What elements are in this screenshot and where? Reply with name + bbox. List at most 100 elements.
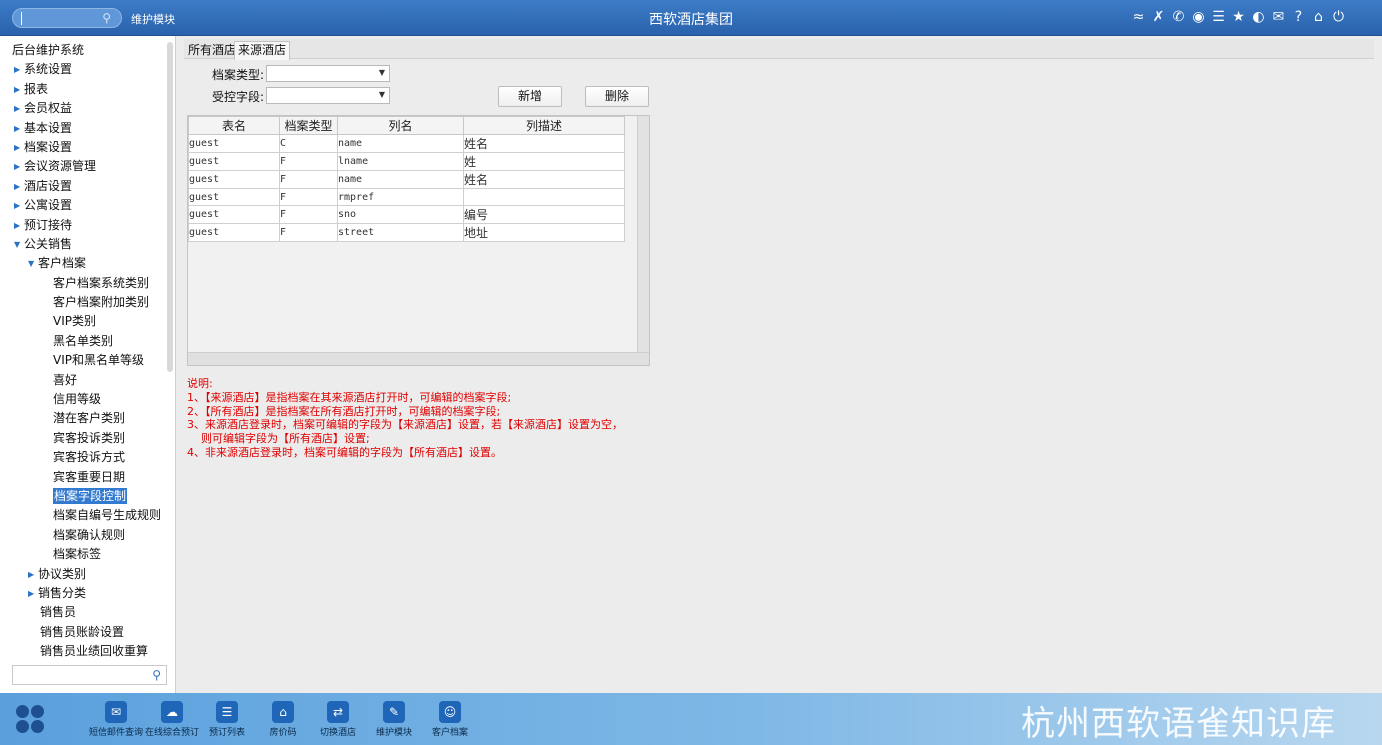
tab-source-hotel[interactable]: 来源酒店 xyxy=(234,41,291,60)
column-header[interactable]: 列名 xyxy=(337,116,464,135)
caret-right-icon[interactable]: ▶ xyxy=(14,138,24,157)
table-cell[interactable]: 姓名 xyxy=(463,170,625,189)
sidebar-item[interactable]: ▼ 客户档案 xyxy=(0,254,168,273)
sidebar-item[interactable]: 档案标签 xyxy=(0,545,168,564)
sidebar-item[interactable]: 黑名单类别 xyxy=(0,332,168,351)
sidebar-item[interactable]: ▼ 公关销售 xyxy=(0,235,168,254)
sidebar-item[interactable]: ▶ 销售分类 xyxy=(0,584,168,603)
caret-right-icon[interactable]: ▶ xyxy=(14,216,24,235)
caret-right-icon[interactable]: ▶ xyxy=(14,80,24,99)
sidebar-item[interactable]: 宾客投诉方式 xyxy=(0,448,168,467)
sidebar-item[interactable]: 宾客投诉类别 xyxy=(0,429,168,448)
sidebar-item[interactable]: ▶ 报表 xyxy=(0,80,168,99)
table-cell[interactable]: guest xyxy=(188,152,280,171)
table-row[interactable]: guest Fsno 编号 xyxy=(188,205,625,225)
menu-icon[interactable]: ☰ xyxy=(1211,8,1226,26)
table-cell[interactable]: name xyxy=(337,170,464,189)
contrast-icon[interactable]: ◐ xyxy=(1251,8,1266,26)
controlled-field-select[interactable]: ▼ xyxy=(266,87,390,104)
sidebar-item[interactable]: ▶ 公寓设置 xyxy=(0,196,168,215)
table-row[interactable]: guest Fstreet 地址 xyxy=(188,223,625,243)
sidebar-item[interactable]: 档案字段控制 xyxy=(0,487,168,506)
search-icon[interactable]: ⚲ xyxy=(102,11,111,25)
sidebar-item[interactable]: 客户档案附加类别 xyxy=(0,293,168,312)
table-cell[interactable]: name xyxy=(337,134,464,153)
table-cell[interactable]: guest xyxy=(188,134,280,153)
dock-item[interactable]: ☺ 客户档案 xyxy=(420,701,480,738)
grid-horizontal-scrollbar[interactable] xyxy=(188,352,649,365)
sidebar-item[interactable]: ▶ 协议类别 xyxy=(0,565,168,584)
sidebar-item[interactable]: 宾客重要日期 xyxy=(0,468,168,487)
caret-right-icon[interactable]: ▶ xyxy=(14,157,24,176)
dock-item[interactable]: ☁ 在线综合预订 xyxy=(142,701,202,738)
table-cell[interactable]: sno xyxy=(337,205,464,225)
table-cell[interactable] xyxy=(463,187,625,207)
sidebar-item[interactable]: ▶ 酒店设置 xyxy=(0,177,168,196)
dock-item[interactable]: ⌂ 房价码 xyxy=(253,701,313,738)
column-header[interactable]: 列描述 xyxy=(463,116,625,135)
profile-type-select[interactable]: ▼ xyxy=(266,65,390,82)
tab-all-hotels[interactable]: 所有酒店 xyxy=(184,41,240,60)
sidebar-item[interactable]: ▶ 会员权益 xyxy=(0,99,168,118)
caret-right-icon[interactable]: ▶ xyxy=(14,196,24,215)
table-cell[interactable]: guest xyxy=(188,170,280,189)
sidebar-item[interactable]: 档案确认规则 xyxy=(0,526,168,545)
caret-down-icon[interactable]: ▼ xyxy=(28,254,38,273)
sidebar-item[interactable]: 潜在客户类别 xyxy=(0,409,168,428)
nav-root[interactable]: 后台维护系统 xyxy=(0,41,168,60)
app-logo-icon[interactable] xyxy=(16,705,46,735)
sidebar-item[interactable]: 信用等级 xyxy=(0,390,168,409)
table-row[interactable]: guest Fname 姓名 xyxy=(188,170,625,189)
sidebar-item[interactable]: ▶ 档案设置 xyxy=(0,138,168,157)
sidebar-item[interactable]: ▶ 预订接待 xyxy=(0,216,168,235)
table-cell[interactable]: F xyxy=(279,187,338,207)
sidebar-item[interactable]: 销售员业绩回收重算 xyxy=(0,642,168,661)
table-cell[interactable]: guest xyxy=(188,205,280,225)
sidebar-item[interactable]: VIP和黑名单等级 xyxy=(0,351,168,370)
global-search-input[interactable]: ⚲ xyxy=(12,8,122,28)
dock-item[interactable]: ✉ 短信邮件查询 xyxy=(86,701,146,738)
table-cell[interactable]: 姓 xyxy=(463,152,625,171)
sidebar-item[interactable]: VIP类别 xyxy=(0,312,168,331)
help-icon[interactable]: ? xyxy=(1291,8,1306,26)
sidebar-item[interactable]: ▶ 基本设置 xyxy=(0,119,168,138)
table-row[interactable]: guest Cname 姓名 xyxy=(188,134,625,153)
caret-right-icon[interactable]: ▶ xyxy=(14,177,24,196)
sidebar-item[interactable]: 档案自编号生成规则 xyxy=(0,506,168,525)
mail-icon[interactable]: ✉ xyxy=(1271,8,1286,26)
column-header[interactable]: 档案类型 xyxy=(279,116,338,135)
table-cell[interactable]: F xyxy=(279,152,338,171)
table-cell[interactable]: F xyxy=(279,223,338,243)
table-row[interactable]: guest Flname 姓 xyxy=(188,152,625,171)
sidebar-item[interactable]: 销售员 xyxy=(0,603,168,622)
table-cell[interactable]: guest xyxy=(188,223,280,243)
caret-right-icon[interactable]: ▶ xyxy=(14,99,24,118)
sidebar-search-input[interactable]: ⚲ xyxy=(12,665,167,685)
dock-item[interactable]: ✎ 维护模块 xyxy=(364,701,424,738)
table-cell[interactable]: 编号 xyxy=(463,205,625,225)
table-cell[interactable]: 地址 xyxy=(463,223,625,243)
table-cell[interactable]: 姓名 xyxy=(463,134,625,153)
star-icon[interactable]: ★ xyxy=(1231,8,1246,26)
table-cell[interactable]: F xyxy=(279,170,338,189)
search-icon[interactable]: ⚲ xyxy=(152,668,161,682)
table-cell[interactable]: street xyxy=(337,223,464,243)
sidebar-item[interactable]: ▶ 会议资源管理 xyxy=(0,157,168,176)
add-button[interactable]: 新增 xyxy=(498,86,562,107)
table-row[interactable]: guest Frmpref xyxy=(188,187,625,207)
caret-right-icon[interactable]: ▶ xyxy=(28,584,38,603)
palette-icon[interactable]: ◉ xyxy=(1191,8,1206,26)
dock-item[interactable]: ⇄ 切换酒店 xyxy=(308,701,368,738)
column-header[interactable]: 表名 xyxy=(188,116,280,135)
sidebar-item[interactable]: 客户档案系统类别 xyxy=(0,274,168,293)
wifi-icon[interactable]: ≈ xyxy=(1131,8,1146,26)
delete-button[interactable]: 删除 xyxy=(585,86,649,107)
power-icon[interactable]: ⏻ xyxy=(1331,8,1346,26)
phone-icon[interactable]: ✆ xyxy=(1171,8,1186,26)
table-cell[interactable]: rmpref xyxy=(337,187,464,207)
table-cell[interactable]: C xyxy=(279,134,338,153)
tools-icon[interactable]: ✗ xyxy=(1151,8,1166,26)
sidebar-item[interactable]: 喜好 xyxy=(0,371,168,390)
sidebar-item[interactable]: ▶ 系统设置 xyxy=(0,60,168,79)
table-cell[interactable]: guest xyxy=(188,187,280,207)
